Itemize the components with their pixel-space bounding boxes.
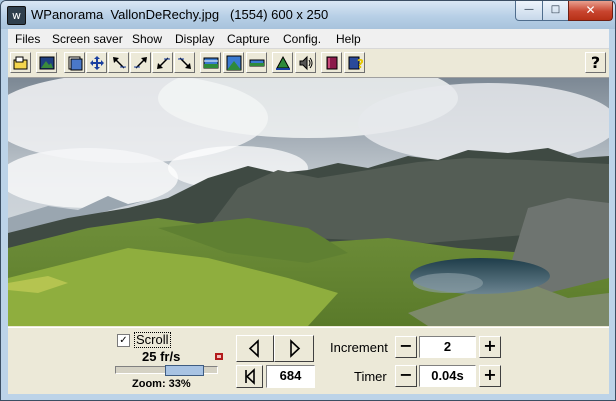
arrow-downleft-icon	[157, 57, 170, 69]
close-button[interactable]: ✕	[568, 1, 613, 21]
title-bar[interactable]: w WPanorama VallonDeRechy.jpg (1554) 600…	[1, 1, 615, 29]
panorama-thin-icon	[249, 59, 265, 67]
panorama-full-icon	[226, 55, 242, 71]
image-button[interactable]	[36, 52, 57, 73]
panorama-view[interactable]	[8, 78, 609, 326]
arrow-upleft-icon	[113, 57, 126, 69]
menu-show[interactable]: Show	[132, 32, 162, 46]
arrow-right-icon	[290, 339, 301, 358]
increment-minus-button[interactable]: −	[395, 336, 417, 358]
open-file-button[interactable]	[10, 52, 31, 73]
control-panel: ✓ Scroll 25 fr/s Zoom: 33% 684 Increment…	[8, 327, 609, 394]
scroll-left-button[interactable]	[236, 335, 274, 362]
position-field[interactable]: 684	[266, 365, 315, 388]
increment-field[interactable]: 2	[419, 336, 476, 358]
zoom-slider-thumb[interactable]	[165, 365, 204, 376]
maximize-button[interactable]: □	[542, 1, 569, 21]
panorama-image	[8, 78, 609, 326]
arrow-upright-button[interactable]	[130, 52, 151, 73]
app-window: w WPanorama VallonDeRechy.jpg (1554) 600…	[0, 0, 616, 401]
arrow-left-icon	[248, 339, 259, 358]
image-icon	[39, 56, 55, 70]
menu-capture[interactable]: Capture	[227, 32, 270, 46]
fit-window-button[interactable]	[64, 52, 85, 73]
svg-text:?: ?	[357, 57, 363, 71]
menu-screen-saver[interactable]: Screen saver	[52, 32, 123, 46]
skip-to-start-icon	[245, 368, 255, 385]
scroll-checkbox[interactable]: ✓	[117, 334, 130, 347]
help-button[interactable]: ?	[585, 52, 606, 73]
timer-field[interactable]: 0.04s	[419, 365, 476, 387]
scroll-right-button[interactable]	[274, 335, 314, 362]
horizon-button[interactable]	[272, 52, 293, 73]
book-icon	[326, 56, 338, 70]
panorama-full-button[interactable]	[223, 52, 244, 73]
timer-label: Timer	[354, 369, 387, 384]
zoom-slider[interactable]	[115, 365, 218, 376]
book-button[interactable]	[321, 52, 342, 73]
help-book-icon: ?	[348, 56, 363, 71]
help-book-button[interactable]: ?	[344, 52, 365, 73]
app-icon[interactable]: w	[7, 6, 26, 25]
move-button[interactable]	[86, 52, 107, 73]
timer-plus-button[interactable]: +	[479, 365, 501, 387]
arrow-downright-icon	[178, 57, 191, 69]
menu-bar: Files Screen saver Show Display Capture …	[8, 29, 609, 49]
timer-minus-button[interactable]: −	[395, 365, 417, 387]
scroll-label[interactable]: Scroll	[134, 332, 171, 348]
go-to-start-button[interactable]	[236, 365, 263, 388]
open-file-icon	[13, 56, 28, 70]
speaker-icon[interactable]	[215, 353, 223, 360]
arrow-downleft-button[interactable]	[152, 52, 173, 73]
menu-help[interactable]: Help	[336, 32, 361, 46]
arrow-upright-icon	[134, 57, 147, 69]
toolbar: ? ?	[8, 49, 609, 78]
panorama-thin-button[interactable]	[246, 52, 267, 73]
zoom-label: Zoom: 33%	[132, 378, 191, 390]
sound-icon	[299, 55, 313, 71]
panorama-strip-button[interactable]	[200, 52, 221, 73]
horizon-icon	[276, 55, 290, 70]
window-title: WPanorama VallonDeRechy.jpg (1554) 600 x…	[31, 7, 329, 22]
fit-window-icon	[68, 56, 83, 71]
client-area: Files Screen saver Show Display Capture …	[8, 29, 609, 394]
menu-config[interactable]: Config.	[283, 32, 321, 46]
menu-display[interactable]: Display	[175, 32, 214, 46]
sound-button[interactable]	[295, 52, 316, 73]
minimize-button[interactable]: —	[515, 1, 543, 21]
increment-label: Increment	[330, 340, 388, 355]
move-icon	[90, 56, 104, 70]
menu-files[interactable]: Files	[15, 32, 40, 46]
panorama-strip-icon	[203, 57, 219, 69]
arrow-downright-button[interactable]	[174, 52, 195, 73]
arrow-upleft-button[interactable]	[108, 52, 129, 73]
fps-display: 25 fr/s	[142, 349, 181, 364]
increment-plus-button[interactable]: +	[479, 336, 501, 358]
